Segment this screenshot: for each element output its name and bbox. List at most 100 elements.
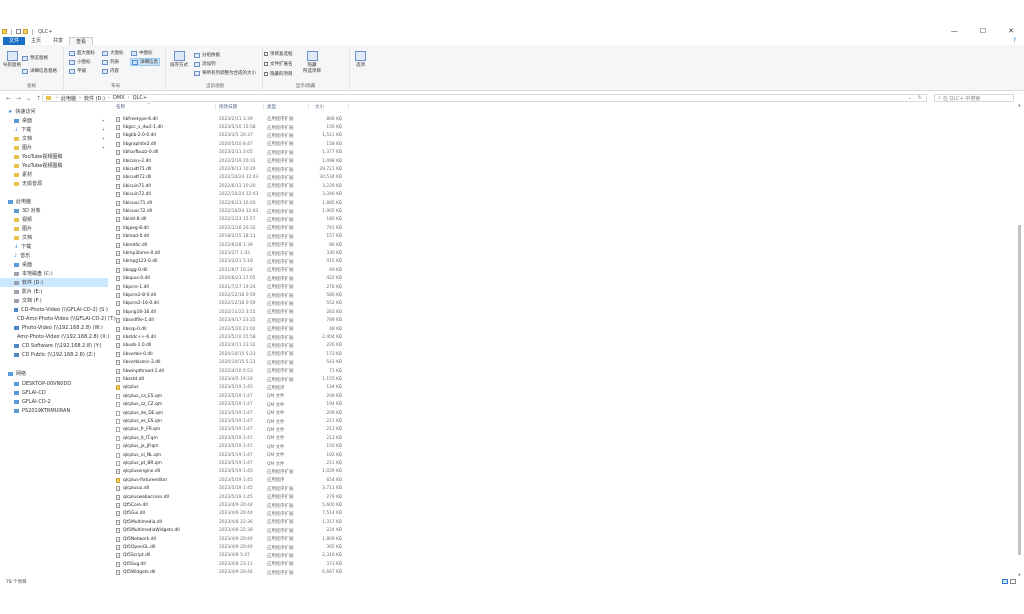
nav-item[interactable]: ♪ 音乐 xyxy=(0,251,108,260)
file-row[interactable]: libmp3lame-0.dll 2023/2/7 1:43 应用程序扩展 330 K… xyxy=(112,249,352,257)
nav-item[interactable]: YouTube视频图稿 xyxy=(0,152,108,161)
column-date[interactable]: 修改日期 xyxy=(219,104,237,110)
file-row[interactable]: libpng16-16.dll 2022/11/22 3:15 应用程序扩展 283 … xyxy=(112,308,352,316)
file-row[interactable]: Qt5Gui.dll 2023/4/9 20:44 应用程序扩展 7,514 KB xyxy=(112,510,352,518)
breadcrumb-dmx[interactable]: DMX xyxy=(113,95,125,101)
file-row[interactable]: qlcplus_pt_BR.qm 2023/5/19 1:47 QM 文件 211 K… xyxy=(112,459,352,467)
file-row[interactable]: Qt5OpenGL.dll 2023/4/9 20:44 应用程序扩展 365 KB xyxy=(112,543,352,551)
file-row[interactable]: libpcre-1.dll 2021/7/27 19:24 应用程序扩展 278 KB xyxy=(112,283,352,291)
file-row[interactable]: libssp-0.dll 2022/5/20 21:02 应用程序扩展 48 KB xyxy=(112,325,352,333)
vertical-scrollbar[interactable]: ▲ ▼ xyxy=(1017,103,1022,577)
recent-dropdown-icon[interactable]: ⌄ xyxy=(26,95,31,102)
file-row[interactable]: qlcplus_it_IT.qm 2023/5/19 1:47 QM 文件 213 K… xyxy=(112,434,352,442)
nav-item[interactable]: DESKTOP-00VN0DO xyxy=(0,379,108,388)
nav-item[interactable]: 影片 (E:) xyxy=(0,287,108,296)
item-checkboxes-toggle[interactable]: 项目复选框 xyxy=(264,51,293,57)
breadcrumb-drive-d[interactable]: 软件 (D:) xyxy=(84,95,105,102)
file-row[interactable]: libogg-0.dll 2021/6/7 16:24 应用程序扩展 69 KB xyxy=(112,266,352,274)
file-row[interactable]: libpcre2-16-0.dll 2022/12/18 0:59 应用程序扩展 55… xyxy=(112,300,352,308)
large-icons-view-icon[interactable] xyxy=(1010,579,1016,584)
nav-item[interactable]: Amz-Photo-Video (\\192.168.2.8) (X:) xyxy=(0,332,109,341)
back-icon[interactable]: ← xyxy=(6,95,11,102)
content-button[interactable]: 内容 xyxy=(102,68,119,74)
file-row[interactable]: Qt5MultimediaWidgets.dll 2023/4/8 22:38 应用… xyxy=(112,527,352,535)
file-row[interactable]: Qt5Core.dll 2023/4/9 20:44 应用程序扩展 5,600 KB xyxy=(112,501,352,509)
column-name[interactable]: 名称 xyxy=(116,104,125,110)
file-row[interactable]: libharfbuzz-0.dll 2023/2/11 3:05 应用程序扩展 1,3… xyxy=(112,149,352,157)
details-view-button[interactable]: 详细信息 xyxy=(130,58,160,66)
preview-pane-button[interactable]: 预览窗格 xyxy=(22,55,48,61)
address-bar[interactable]: › 此电脑 › 软件 (D:) › DMX › QLC+ ⌄ ↻ xyxy=(42,94,927,102)
nav-item[interactable]: 此电脑 xyxy=(0,197,108,206)
nav-item[interactable]: 本地磁盘 (C:) xyxy=(0,269,108,278)
file-row[interactable]: qlcplus_fr_FR.qm 2023/5/19 1:47 QM 文件 213 K… xyxy=(112,426,352,434)
hide-selected-button[interactable]: 隐藏 所选项目 xyxy=(303,51,321,74)
file-row[interactable]: qlcplus-fixtureeditor 2023/5/19 1:45 应用程序 6… xyxy=(112,476,352,484)
l-icons-button[interactable]: 大图标 xyxy=(102,50,124,56)
xl-icons-button[interactable]: 超大图标 xyxy=(69,50,95,56)
nav-item[interactable]: CD-Photo-Video (\\GFLAI-CD-2) (S:) xyxy=(0,305,108,314)
file-row[interactable]: libicuin72.dll 2022/10/24 12:43 应用程序扩展 3,34… xyxy=(112,191,352,199)
tab-home[interactable]: 主页 xyxy=(25,37,47,45)
file-row[interactable]: libiconv-2.dll 2022/2/19 20:31 应用程序扩展 1,098… xyxy=(112,157,352,165)
file-row[interactable]: libicudt72.dll 2022/10/24 12:43 应用程序扩展 30,5… xyxy=(112,174,352,182)
new-folder-icon[interactable] xyxy=(23,29,28,34)
file-row[interactable]: libpcre2-8-0.dll 2022/12/18 0:59 应用程序扩展 580… xyxy=(112,291,352,299)
file-row[interactable]: libgcc_s_dw2-1.dll 2023/5/10 15:58 应用程序扩展 1… xyxy=(112,123,352,131)
file-row[interactable]: libvorbisenc-2.dll 2020/10/15 5:23 应用程序扩展 5… xyxy=(112,359,352,367)
list-button[interactable]: 列表 xyxy=(102,59,119,65)
checkbox[interactable] xyxy=(264,62,268,66)
file-extensions-toggle[interactable]: 文件扩展名 xyxy=(264,61,293,67)
scroll-up-icon[interactable]: ▲ xyxy=(1017,103,1022,107)
details-view-icon[interactable] xyxy=(1002,579,1008,584)
nav-item[interactable]: ↓ 下载 ✦ xyxy=(0,125,108,134)
add-columns-button[interactable]: 添加列 xyxy=(194,61,216,67)
tab-file[interactable]: 文件 xyxy=(3,37,26,45)
file-row[interactable]: libmd4c.dll 2022/6/28 1:39 应用程序扩展 86 KB xyxy=(112,241,352,249)
forward-icon[interactable]: → xyxy=(16,95,21,102)
tab-view[interactable]: 查看 xyxy=(69,37,94,45)
nav-item[interactable]: 视频 xyxy=(0,215,108,224)
nav-item[interactable]: ↓ 下载 xyxy=(0,242,108,251)
minimize-button[interactable]: — xyxy=(951,27,958,35)
file-row[interactable]: Qt5Widgets.dll 2023/4/9 20:44 应用程序扩展 6,667 … xyxy=(112,569,352,577)
checkbox[interactable] xyxy=(264,52,268,56)
nav-item[interactable]: ★ 快速访问 xyxy=(0,107,108,116)
file-row[interactable]: libopus-0.dll 2020/6/23 17:05 应用程序扩展 422 KB xyxy=(112,275,352,283)
file-row[interactable]: Qt5Svg.dll 2023/4/8 23:11 应用程序扩展 373 KB xyxy=(112,560,352,568)
file-row[interactable]: libintl-8.dll 2022/1/23 15:57 应用程序扩展 180 KB xyxy=(112,216,352,224)
help-icon[interactable]: ? xyxy=(1013,37,1016,44)
tiles-button[interactable]: 平铺 xyxy=(69,68,86,74)
file-row[interactable]: Qt5Multimedia.dll 2023/4/8 22:36 应用程序扩展 1,3… xyxy=(112,518,352,526)
file-row[interactable]: qlcplus 2023/5/19 1:45 应用程序 134 KB xyxy=(112,384,352,392)
file-row[interactable]: qlcplus_ca_ES.qm 2023/5/19 1:47 QM 文件 209 K… xyxy=(112,392,352,400)
file-row[interactable]: qlcplus_nl_NL.qm 2023/5/19 1:47 QM 文件 192 K… xyxy=(112,451,352,459)
checkbox[interactable] xyxy=(264,72,268,76)
pin-icon[interactable]: ✦ xyxy=(102,136,105,141)
file-row[interactable]: libusb-1.0.dll 2022/4/11 23:32 应用程序扩展 226 K… xyxy=(112,342,352,350)
nav-item[interactable]: CD-Amz-Photo-Video (\\GFLAI-CD-2) (T:) xyxy=(0,314,116,323)
file-row[interactable]: libsndfile-1.dll 2023/4/17 23:25 应用程序扩展 789… xyxy=(112,317,352,325)
nav-item[interactable]: 3D 对象 xyxy=(0,206,108,215)
sort-by-button[interactable]: 排序方式 xyxy=(170,51,188,68)
column-size[interactable]: 大小 xyxy=(315,104,324,110)
nav-item[interactable]: 桌面 ✦ xyxy=(0,116,108,125)
options-button[interactable]: 选项 xyxy=(355,51,366,68)
scrollbar-thumb[interactable] xyxy=(1018,225,1021,555)
file-row[interactable]: qlcpluswebaccess.dll 2023/5/19 1:45 应用程序扩展… xyxy=(112,493,352,501)
properties-icon[interactable] xyxy=(16,29,21,34)
s-icons-button[interactable]: 小图标 xyxy=(69,59,91,65)
pin-icon[interactable]: ✦ xyxy=(102,118,105,123)
file-row[interactable]: libgraphite2.dll 2020/5/10 8:47 应用程序扩展 158 … xyxy=(112,140,352,148)
file-row[interactable]: libzstd.dll 2023/4/5 19:24 应用程序扩展 1,155 KB xyxy=(112,375,352,383)
nav-item[interactable]: 无损音源 xyxy=(0,179,108,188)
nav-item[interactable]: YouTube视频图稿 xyxy=(0,161,108,170)
nav-item[interactable]: 软件 (D:) xyxy=(0,278,108,287)
file-row[interactable]: libicuin71.dll 2022/6/13 10:20 应用程序扩展 3,229… xyxy=(112,182,352,190)
nav-item[interactable]: 图片 ✦ xyxy=(0,143,108,152)
nav-item[interactable]: 图片 xyxy=(0,224,108,233)
pin-icon[interactable]: ✦ xyxy=(102,127,105,132)
nav-item[interactable]: 文档 ✦ xyxy=(0,134,108,143)
file-row[interactable]: Qt5Network.dll 2023/4/9 20:44 应用程序扩展 1,809 … xyxy=(112,535,352,543)
hidden-items-toggle[interactable]: 隐藏的项目 xyxy=(264,71,293,77)
